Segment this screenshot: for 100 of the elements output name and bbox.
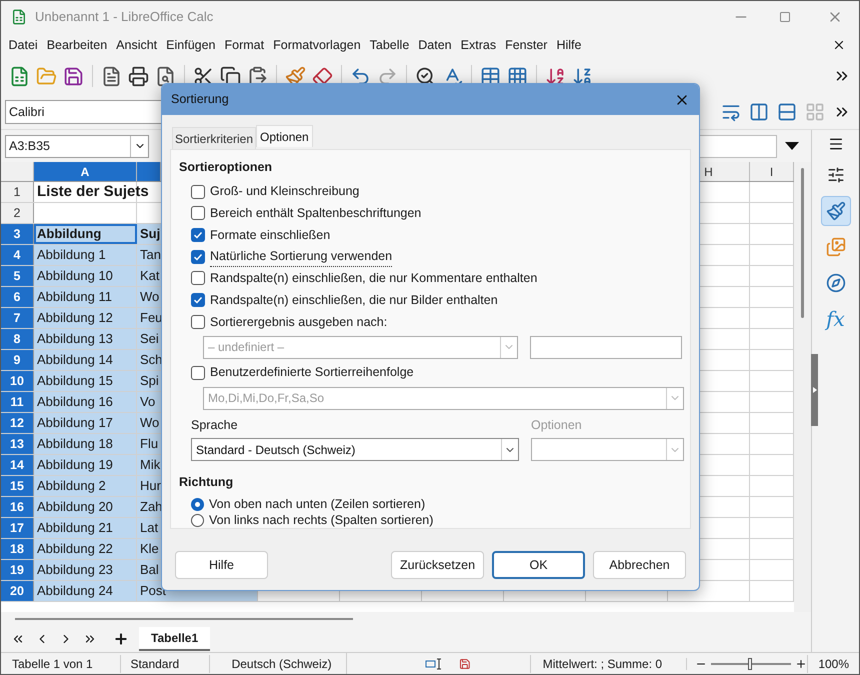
zoom-slider[interactable]: [748, 658, 752, 670]
column-header[interactable]: A: [34, 162, 137, 181]
functions-button[interactable]: fx: [820, 304, 850, 334]
table-cell: Abbildung 15: [34, 371, 137, 391]
section-title: Richtung: [179, 474, 234, 492]
menu-item[interactable]: Datei: [4, 36, 42, 54]
table-cell: Abbildung: [34, 224, 137, 244]
menu-item[interactable]: Format: [220, 36, 269, 54]
checkbox[interactable]: [191, 228, 205, 242]
add-sheet-icon[interactable]: [113, 631, 129, 647]
menu-item[interactable]: Bearbeiten: [42, 36, 112, 54]
checkbox[interactable]: [191, 184, 205, 199]
table-cell: Abbildung 1: [34, 245, 137, 265]
option-label[interactable]: Natürliche Sortierung verwenden: [210, 246, 392, 267]
dialog-button[interactable]: Abbrechen: [593, 551, 686, 579]
menu-item[interactable]: Ansicht: [112, 36, 162, 54]
checkbox[interactable]: [191, 314, 205, 329]
language-label: Sprache: [191, 416, 239, 434]
rows-icon[interactable]: [777, 102, 797, 122]
row-header[interactable]: 12: [1, 413, 34, 433]
spreadsheet-icon[interactable]: [9, 66, 30, 86]
styles-button[interactable]: [820, 196, 850, 226]
formula-input[interactable]: [697, 134, 777, 158]
checkbox[interactable]: [191, 293, 205, 308]
table-cell: Abbildung 13: [34, 329, 137, 349]
row-header[interactable]: 16: [1, 497, 34, 517]
checkmark-icon: [193, 230, 203, 240]
menu-item[interactable]: Einfügen: [162, 36, 220, 54]
option-label[interactable]: Bereich enthält Spaltenbeschriftungen: [210, 204, 422, 223]
document-icon[interactable]: [101, 66, 122, 86]
row-header[interactable]: 18: [1, 539, 34, 559]
document-search-icon[interactable]: [155, 66, 176, 86]
close-document-icon[interactable]: [832, 38, 846, 52]
save-icon[interactable]: [63, 66, 84, 86]
row-header[interactable]: 9: [1, 350, 34, 370]
row-header[interactable]: 10: [1, 371, 34, 391]
table-cell: Abbildung 16: [34, 392, 137, 412]
expand-formula-icon[interactable]: [785, 142, 799, 150]
option-label[interactable]: Groß- und Kleinschreibung: [210, 182, 360, 201]
dialog-button[interactable]: OK: [492, 551, 585, 579]
row-header[interactable]: 5: [1, 266, 34, 286]
radio-button[interactable]: [191, 514, 204, 526]
row-header[interactable]: 4: [1, 245, 34, 265]
window-title: Unbenannt 1 - LibreOffice Calc: [35, 8, 214, 26]
row-header[interactable]: 20: [1, 581, 34, 601]
compass-icon: [826, 273, 846, 293]
language-status: Deutsch (Schweiz): [208, 654, 346, 672]
checkbox[interactable]: [191, 206, 205, 220]
row-header[interactable]: 19: [1, 560, 34, 580]
row-header[interactable]: 11: [1, 392, 34, 412]
menu-item[interactable]: Daten: [414, 36, 456, 54]
row-header[interactable]: 8: [1, 329, 34, 349]
section-title: Sortieroptionen: [179, 159, 272, 176]
table-cell: Abbildung 14: [34, 350, 137, 370]
sheet-status: Tabelle 1 von 1: [11, 656, 94, 672]
sheet-title: Liste der Sujets: [37, 183, 149, 201]
row-header[interactable]: 7: [1, 308, 34, 328]
sidebar-collapse-handle[interactable]: [811, 354, 818, 426]
horizontal-scrollbar[interactable]: [15, 618, 353, 620]
row-header[interactable]: 13: [1, 434, 34, 454]
table-cell: Abbildung 2: [34, 476, 137, 496]
row-header[interactable]: 6: [1, 287, 34, 307]
row-header[interactable]: 3: [1, 224, 34, 244]
menu-item[interactable]: Fenster: [500, 36, 552, 54]
row-header[interactable]: 2: [1, 203, 34, 223]
vertical-scrollbar[interactable]: [801, 168, 804, 318]
language-dropdown[interactable]: Standard - Deutsch (Schweiz): [191, 438, 519, 462]
help-button[interactable]: Hilfe: [175, 551, 268, 579]
table-cell: Abbildung 21: [34, 518, 137, 538]
name-box[interactable]: A3:B35: [5, 134, 149, 158]
menu-item[interactable]: Tabelle: [365, 36, 414, 54]
radio-button[interactable]: [191, 498, 204, 510]
menu-icon[interactable]: [828, 136, 844, 152]
row-header[interactable]: 1: [1, 182, 34, 202]
menu-item[interactable]: Extras: [456, 36, 501, 54]
table-cell: Abbildung 18: [34, 434, 137, 454]
sliders-icon: [826, 166, 844, 184]
printer-icon[interactable]: [128, 66, 149, 86]
table-cell: Abbildung 20: [34, 497, 137, 517]
row-header[interactable]: 14: [1, 455, 34, 475]
checkbox[interactable]: [191, 250, 205, 264]
row-header[interactable]: 15: [1, 476, 34, 496]
algorithm-label: Optionen: [531, 416, 583, 434]
menu-item[interactable]: Hilfe: [552, 36, 586, 54]
images-icon: [826, 237, 846, 257]
dialog-button[interactable]: Zurücksetzen: [391, 551, 484, 579]
checkbox[interactable]: [191, 271, 205, 286]
output-range-field[interactable]: [530, 336, 682, 359]
checkmark-icon: [193, 295, 203, 306]
maximize-icon[interactable]: [779, 11, 791, 23]
dialog-tab[interactable]: Sortierkriterien: [172, 127, 256, 149]
selection-mode-icon[interactable]: [424, 658, 443, 670]
row-header[interactable]: 17: [1, 518, 34, 538]
zoom-in-icon[interactable]: [795, 658, 808, 670]
dialog-tab[interactable]: Optionen: [256, 125, 313, 147]
checkmark-icon: [193, 252, 203, 262]
dialog-title: Sortierung: [171, 91, 229, 108]
table-cell: Abbildung 12: [34, 308, 137, 328]
sheet-tab[interactable]: Tabelle1: [139, 627, 210, 651]
menu-item[interactable]: Formatvorlagen: [268, 36, 366, 54]
